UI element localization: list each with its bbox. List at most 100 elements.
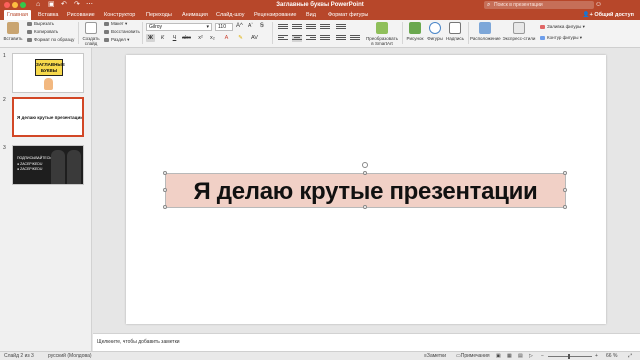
resize-handle[interactable] [363, 171, 367, 175]
text-shape[interactable]: Я делаю крутые презентации [165, 173, 566, 208]
zoom-slider[interactable] [548, 356, 592, 357]
slide-thumbnail-3[interactable]: ПОДПИСЫВАЙТЕСЬ ● ZACEPIKEDU ● ZACEPIKEDU [12, 145, 84, 185]
search-input[interactable]: ⌕ Поиск в презентации [484, 1, 594, 9]
resize-handle[interactable] [563, 188, 567, 192]
tab-animations[interactable]: Анимация [182, 10, 208, 20]
section-label: Раздел [111, 37, 126, 42]
clipboard-icon [7, 22, 19, 34]
zoom-in-icon[interactable]: + [595, 352, 598, 360]
arrange-icon [479, 22, 491, 34]
char-spacing-icon[interactable]: AV [250, 34, 259, 42]
arrange-label: Расположение [470, 36, 501, 41]
tab-transitions[interactable]: Переходы [146, 10, 172, 20]
thumb-title: Я делаю крутые презентации [17, 115, 83, 120]
numbering-icon[interactable] [292, 24, 302, 31]
language-indicator[interactable]: русский (Молдова) [48, 352, 92, 360]
italic-button[interactable]: К [158, 34, 167, 42]
convert-smartart-button[interactable]: Преобразовать в SmartArt [365, 22, 399, 46]
decrease-font-icon[interactable]: Aˇ [248, 23, 253, 29]
reset-button[interactable]: Восстановить [104, 29, 140, 35]
slideshow-view-icon[interactable]: ▷ [529, 352, 533, 360]
textbox-button[interactable]: Надпись [444, 22, 466, 41]
shapes-label: Фигуры [427, 36, 443, 41]
zoom-out-icon[interactable]: − [541, 352, 544, 360]
notes-label: Заметки [426, 353, 447, 359]
columns-icon[interactable] [336, 35, 346, 42]
tab-home[interactable]: Главная [4, 10, 31, 20]
align-center-icon[interactable] [292, 35, 302, 42]
new-slide-button[interactable]: Создать слайд [80, 22, 102, 46]
zoom-level[interactable]: 66 % [606, 352, 617, 360]
quick-styles-button[interactable]: Экспресс-стили [502, 22, 536, 41]
bold-button[interactable]: Ж [146, 34, 155, 42]
comments-toggle[interactable]: ▭ Примечания [456, 352, 490, 360]
search-icon: ⌕ [487, 2, 491, 8]
notes-pane[interactable]: Щелкните, чтобы добавить заметки [93, 333, 640, 351]
tab-design[interactable]: Конструктор [104, 10, 135, 20]
bullets-icon[interactable] [278, 24, 288, 31]
notes-toggle[interactable]: ≡ Заметки [424, 352, 446, 360]
chevron-down-icon: ▾ [206, 24, 209, 30]
section-icon [104, 37, 109, 42]
copy-icon [27, 29, 32, 34]
cut-button[interactable]: Вырезать [27, 21, 54, 27]
slide-text[interactable]: Я делаю крутые презентации [166, 174, 565, 207]
divider [468, 22, 469, 44]
section-button[interactable]: Раздел ▾ [104, 37, 129, 43]
resize-handle[interactable] [163, 171, 167, 175]
copy-button[interactable]: Копировать [27, 29, 58, 35]
highlight-icon[interactable]: ✎ [236, 34, 245, 42]
paste-button[interactable]: Вставить [2, 22, 24, 41]
fit-to-window-icon[interactable]: ⤢ [628, 352, 632, 360]
feedback-icon[interactable]: ☺ [595, 0, 602, 10]
slide-thumbnail-1[interactable]: ЗАГЛАВНЫЕ БУКВЫ [12, 53, 84, 93]
share-button[interactable]: 👤+ Общий доступ [583, 10, 634, 20]
increase-indent-icon[interactable] [320, 24, 330, 31]
scissors-icon [27, 21, 32, 26]
title-bar: ⌂ ▣ ↶ ↷ ⋯ Заглавные буквы PowerPoint ⌕ П… [0, 0, 640, 10]
tab-insert[interactable]: Вставка [38, 10, 58, 20]
normal-view-icon[interactable]: ▣ [496, 352, 501, 360]
layout-button[interactable]: Макет ▾ [104, 21, 127, 27]
font-size-select[interactable]: 110 [215, 23, 233, 31]
align-right-icon[interactable] [306, 35, 316, 42]
cut-label: Вырезать [34, 21, 55, 26]
rotate-handle[interactable] [362, 162, 368, 168]
text-direction-icon[interactable] [350, 35, 360, 42]
divider [78, 22, 79, 44]
current-slide[interactable]: Я делаю крутые презентации [126, 55, 606, 324]
strikethrough-button[interactable]: abc [182, 34, 191, 42]
tab-view[interactable]: Вид [306, 10, 316, 20]
tab-review[interactable]: Рецензирование [254, 10, 296, 20]
format-painter-button[interactable]: Формат по образцу [27, 37, 74, 43]
shape-fill-button[interactable]: Заливка фигуры ▾ [540, 24, 585, 30]
reading-view-icon[interactable]: ▤ [518, 352, 523, 360]
clear-format-icon[interactable]: Ꞩ [260, 23, 264, 29]
underline-button[interactable]: Ч [170, 34, 179, 42]
slide-thumbnail-2[interactable]: Я делаю крутые презентации [12, 97, 84, 137]
increase-font-icon[interactable]: A^ [236, 23, 243, 29]
resize-handle[interactable] [163, 188, 167, 192]
resize-handle[interactable] [563, 171, 567, 175]
resize-handle[interactable] [563, 205, 567, 209]
line-spacing-icon[interactable] [336, 24, 346, 31]
resize-handle[interactable] [363, 205, 367, 209]
picture-button[interactable]: Рисунок [404, 22, 426, 41]
subscript-button[interactable]: x₂ [208, 34, 217, 42]
resize-handle[interactable] [163, 205, 167, 209]
font-name-select[interactable]: Gilroy ▾ [146, 23, 212, 31]
shapes-button[interactable]: Фигуры [424, 22, 446, 41]
tab-slideshow[interactable]: Слайд-шоу [216, 10, 245, 20]
superscript-button[interactable]: x² [196, 34, 205, 42]
align-left-icon[interactable] [278, 35, 288, 42]
font-color-icon[interactable]: A [222, 34, 231, 42]
zoom-slider-thumb[interactable] [568, 354, 570, 359]
shape-outline-button[interactable]: Контур фигуры ▾ [540, 35, 582, 41]
tab-draw[interactable]: Рисование [67, 10, 95, 20]
decrease-indent-icon[interactable] [306, 24, 316, 31]
justify-icon[interactable] [320, 35, 330, 42]
arrange-button[interactable]: Расположение [470, 22, 501, 41]
sorter-view-icon[interactable]: ▦ [507, 352, 512, 360]
person-photo [51, 150, 65, 184]
tab-shape-format[interactable]: Формат фигуры [328, 10, 368, 20]
